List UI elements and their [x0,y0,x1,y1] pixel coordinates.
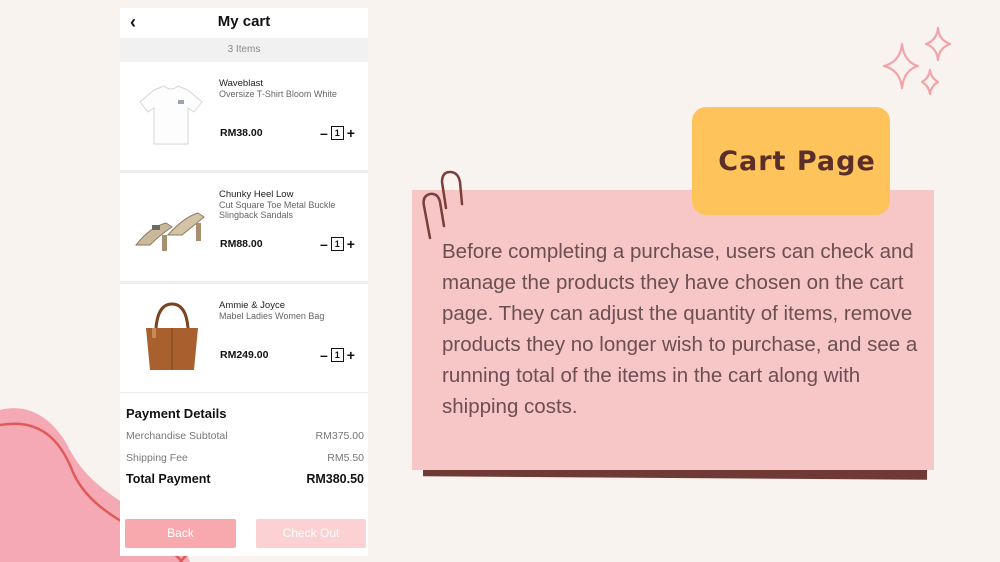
quantity-stepper: – 1 + [320,347,355,363]
plus-icon[interactable]: + [347,125,355,141]
items-count: 3 Items [120,38,368,62]
minus-icon[interactable]: – [320,125,328,141]
paperclip-icon [422,170,464,240]
item-name: Oversize T-Shirt Bloom White [219,89,337,99]
shipping-row: Shipping Fee RM5.50 [126,452,364,464]
quantity-value[interactable]: 1 [330,348,344,362]
cart-header: ‹ My cart [120,8,368,38]
back-button[interactable]: Back [125,519,236,548]
payment-details-title: Payment Details [126,406,227,421]
subtotal-row: Merchandise Subtotal RM375.00 [126,430,364,442]
page-title: Cart Page [718,146,876,177]
item-price: RM249.00 [220,349,269,361]
total-row: Total Payment RM380.50 [126,472,364,486]
tshirt-thumbnail [139,85,203,145]
quantity-value[interactable]: 1 [330,237,344,251]
minus-icon[interactable]: – [320,347,328,363]
cart-title: My cart [217,13,271,30]
total-label: Total Payment [126,472,211,486]
cart-item[interactable]: Chunky Heel Low Cut Square Toe Metal Buc… [120,173,368,282]
subtotal-label: Merchandise Subtotal [126,430,228,442]
item-brand: Ammie & Joyce [219,300,285,311]
plus-icon[interactable]: + [347,236,355,252]
cart-item[interactable]: Waveblast Oversize T-Shirt Bloom White R… [120,62,368,171]
shipping-value: RM5.50 [327,452,364,464]
cart-item[interactable]: Ammie & Joyce Mabel Ladies Women Bag RM2… [120,284,368,393]
quantity-stepper: – 1 + [320,125,355,141]
subtotal-value: RM375.00 [315,430,364,442]
shipping-label: Shipping Fee [126,452,188,464]
description-text: Before completing a purchase, users can … [442,240,918,418]
phone-screen: ‹ My cart 3 Items Waveblast Oversize T-S… [120,8,368,556]
minus-icon[interactable]: – [320,236,328,252]
item-brand: Waveblast [219,78,263,89]
sparkle-icon [882,26,952,96]
plus-icon[interactable]: + [347,347,355,363]
checkout-button[interactable]: Check Out [256,519,366,548]
item-price: RM88.00 [220,238,263,250]
quantity-stepper: – 1 + [320,236,355,252]
quantity-value[interactable]: 1 [330,126,344,140]
total-value: RM380.50 [306,472,364,486]
item-price: RM38.00 [220,127,263,139]
item-brand: Chunky Heel Low [219,189,294,200]
item-name: Mabel Ladies Women Bag [219,311,325,321]
item-name: Cut Square Toe Metal Buckle Slingback Sa… [219,200,336,220]
handbag-thumbnail [146,302,198,370]
sandal-thumbnail [134,212,205,251]
